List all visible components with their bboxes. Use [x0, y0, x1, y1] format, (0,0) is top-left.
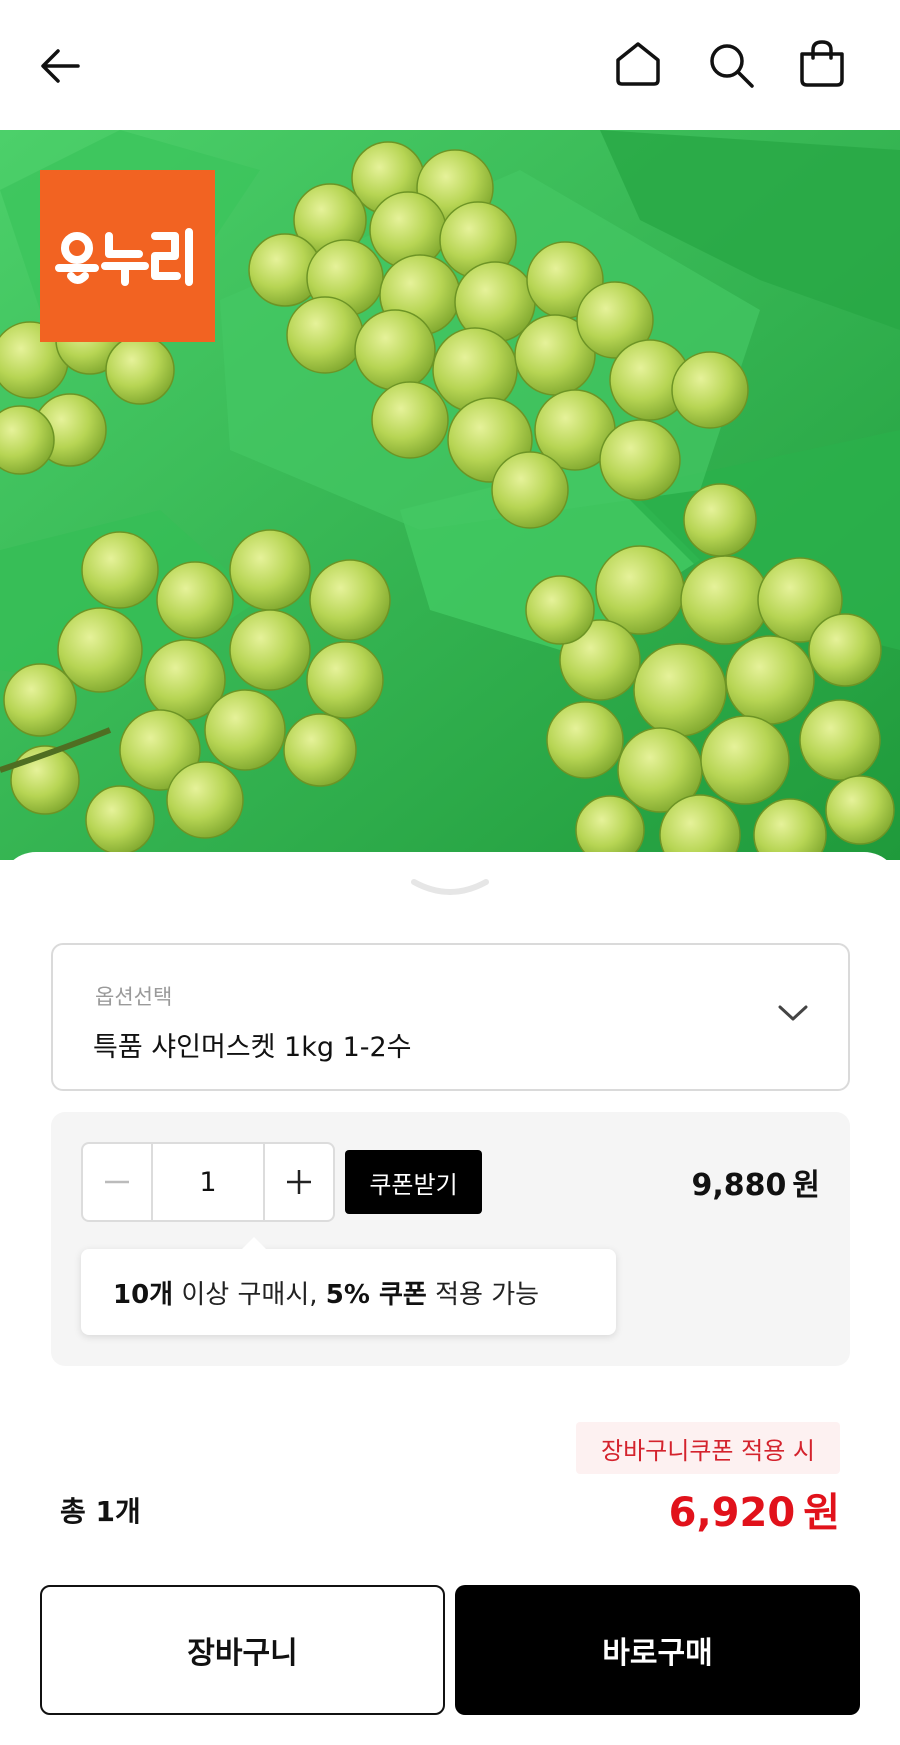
quantity-input[interactable]: 1 [151, 1144, 265, 1220]
total-count: 총 1개 [60, 1495, 141, 1528]
plus-icon [287, 1170, 311, 1194]
add-to-cart-button[interactable]: 장바구니 [40, 1585, 445, 1715]
option-select[interactable]: 옵션선택 특품 샤인머스켓 1kg 1-2수 [51, 943, 850, 1091]
increase-button[interactable] [265, 1144, 333, 1220]
get-coupon-button[interactable]: 쿠폰받기 [345, 1150, 482, 1214]
coupon-tooltip: 10개 이상 구매시, 5% 쿠폰 적용 가능 [81, 1237, 616, 1335]
tooltip-bold-quantity: 10개 [113, 1279, 174, 1310]
tooltip-text-1: 이상 구매시, [173, 1279, 326, 1310]
unit-price-value: 9,880 [691, 1168, 787, 1203]
onnuri-logo-mark [54, 228, 193, 286]
top-bar [0, 0, 900, 130]
total-price-value: 6,920 [668, 1490, 796, 1536]
buy-now-button[interactable]: 바로구매 [455, 1585, 860, 1715]
home-icon[interactable] [612, 38, 664, 90]
tooltip-text-2: 적용 가능 [426, 1279, 540, 1310]
option-label: 옵션선택 [95, 985, 173, 1009]
option-selected-value: 특품 샤인머스켓 1kg 1-2수 [93, 1032, 412, 1063]
quantity-stepper: 1 [81, 1142, 335, 1222]
total-price: 6,920 원 [669, 1480, 840, 1538]
arrow-left-icon[interactable] [36, 40, 86, 90]
chevron-down-icon[interactable] [410, 876, 490, 900]
unit-price: 9,880 원 [691, 1160, 820, 1204]
cart-coupon-badge: 장바구니쿠폰 적용 시 [576, 1422, 840, 1474]
total-price-currency: 원 [803, 1490, 840, 1536]
onnuri-logo [40, 170, 215, 342]
shopping-bag-icon[interactable] [796, 38, 848, 90]
minus-icon [105, 1180, 129, 1184]
quantity-panel: 1 쿠폰받기 9,880 원 10개 이상 구매시, 5% 쿠폰 적용 가능 [51, 1112, 850, 1366]
search-icon[interactable] [706, 40, 758, 92]
decrease-button[interactable] [83, 1144, 151, 1220]
tooltip-bold-coupon: 5% 쿠폰 [325, 1279, 427, 1310]
unit-price-currency: 원 [792, 1168, 820, 1203]
chevron-down-icon[interactable] [776, 1001, 810, 1025]
tooltip-arrow [241, 1237, 267, 1250]
